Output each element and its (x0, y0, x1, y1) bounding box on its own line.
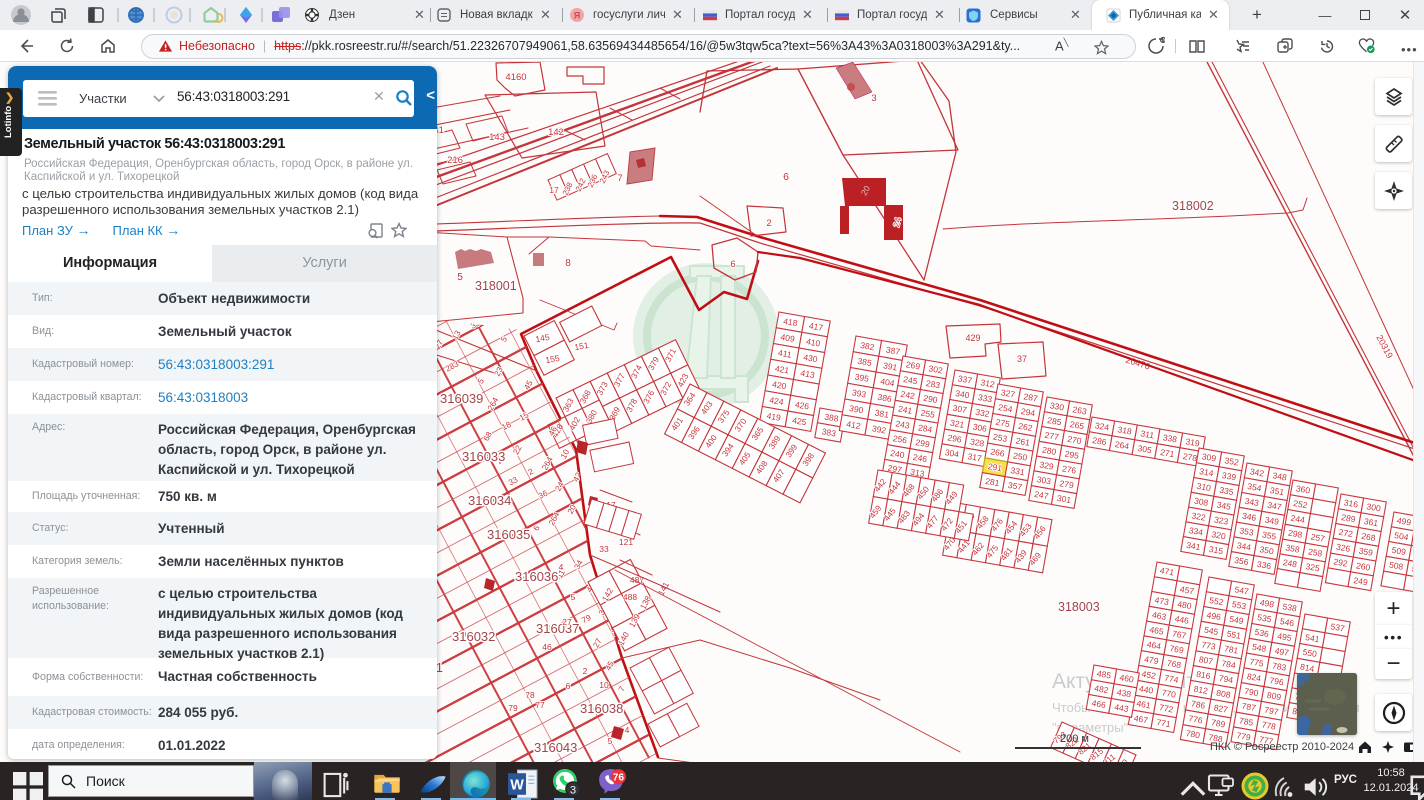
svg-text:3: 3 (570, 784, 576, 796)
svg-text:W: W (510, 777, 524, 793)
svg-text:488: 488 (623, 592, 637, 602)
svg-text:6: 6 (783, 171, 789, 183)
svg-text:142: 142 (548, 127, 564, 138)
svg-text:3: 3 (871, 93, 876, 104)
svg-text:33: 33 (599, 544, 609, 554)
svg-text:316039: 316039 (440, 391, 483, 406)
svg-text:27: 27 (562, 617, 572, 627)
svg-text:77: 77 (535, 700, 545, 710)
svg-text:4: 4 (625, 725, 630, 735)
svg-text:4160: 4160 (505, 72, 526, 83)
svg-text:316037: 316037 (536, 621, 579, 636)
svg-text:5: 5 (608, 736, 613, 746)
svg-text:316036: 316036 (515, 569, 558, 584)
svg-text:8: 8 (565, 258, 571, 269)
svg-text:76: 76 (613, 772, 625, 783)
svg-text:318003: 318003 (1058, 600, 1100, 614)
svg-text:6: 6 (730, 259, 735, 270)
svg-text:318002: 318002 (1172, 199, 1214, 213)
svg-text:78: 78 (525, 690, 535, 700)
svg-text:318001: 318001 (475, 279, 517, 293)
svg-text:6: 6 (566, 681, 571, 691)
svg-text:5: 5 (457, 272, 463, 283)
svg-text:216: 216 (447, 155, 463, 166)
svg-text:316038: 316038 (580, 701, 623, 716)
svg-text:487: 487 (630, 575, 644, 585)
svg-text:5: 5 (571, 592, 576, 602)
svg-text:37: 37 (1017, 354, 1027, 364)
svg-text:2: 2 (766, 218, 771, 229)
svg-text:429: 429 (965, 333, 980, 343)
svg-text:2: 2 (583, 666, 588, 676)
svg-text:79: 79 (508, 703, 518, 713)
svg-text:46: 46 (542, 642, 552, 652)
svg-text:7: 7 (617, 173, 622, 184)
svg-text:316043: 316043 (534, 740, 577, 755)
svg-text:4: 4 (559, 562, 564, 572)
svg-text:Я: Я (574, 11, 580, 21)
svg-text:316032: 316032 (452, 629, 495, 644)
svg-text:316033: 316033 (462, 449, 505, 464)
svg-text:17: 17 (549, 185, 559, 195)
svg-text:316035: 316035 (487, 527, 530, 542)
svg-text:10: 10 (599, 680, 609, 690)
svg-text:143: 143 (489, 132, 505, 143)
svg-text:316034: 316034 (468, 493, 511, 508)
